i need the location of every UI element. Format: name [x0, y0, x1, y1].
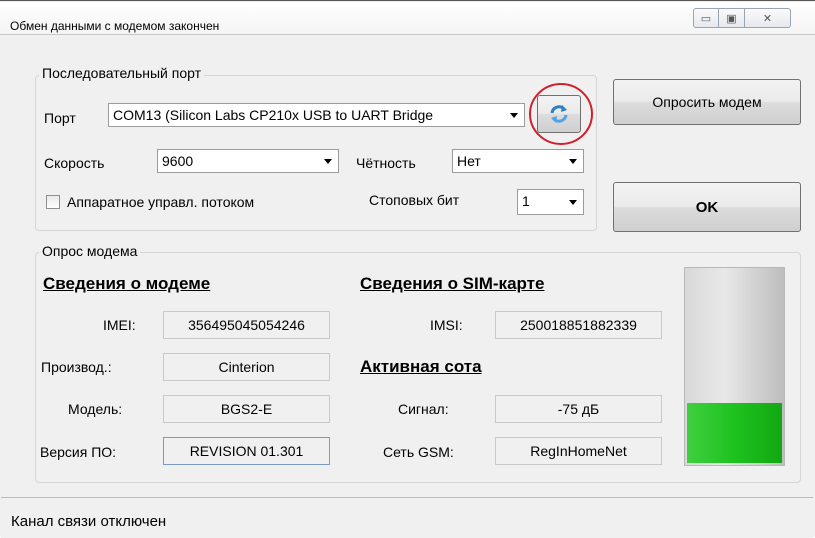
active-cell-heading: Активная сота — [360, 357, 482, 376]
window-title: Обмен данными с модемом закончен — [10, 19, 220, 33]
signal-level-bar — [684, 267, 785, 466]
stop-bits-select[interactable]: 1 — [517, 189, 584, 215]
chevron-down-icon — [569, 200, 577, 205]
manufacturer-value: Cinterion — [218, 359, 275, 375]
model-value: BGS2-E — [220, 401, 273, 417]
close-button[interactable]: ✕ — [745, 8, 791, 28]
status-text: Канал связи отключен — [11, 513, 167, 530]
stop-bits-label: Стоповых бит — [369, 192, 460, 208]
port-select[interactable]: COM13 (Silicon Labs CP210x USB to UART B… — [108, 103, 525, 127]
highlight-circle — [529, 83, 593, 145]
signal-value: -75 дБ — [557, 401, 600, 417]
close-icon: ✕ — [762, 12, 773, 25]
parity-label: Чётность — [356, 155, 416, 171]
imsi-field: 250018851882339 — [495, 311, 662, 339]
imsi-label: IMSI: — [430, 317, 463, 333]
sim-info-heading: Сведения о SIM-карте — [360, 274, 545, 293]
chevron-down-icon — [510, 113, 518, 118]
title-bar: Обмен данными с модемом закончен ▭ ▣ ✕ — [0, 2, 815, 35]
maximize-icon: ▣ — [726, 12, 737, 25]
status-bar: Канал связи отключен — [1, 497, 813, 538]
chevron-down-icon — [569, 159, 577, 164]
poll-modem-button-label: Опросить модем — [652, 94, 762, 110]
flow-control-checkbox[interactable] — [46, 195, 60, 209]
flow-control-label: Аппаратное управл. потоком — [67, 194, 255, 210]
speed-label: Скорость — [44, 155, 105, 171]
port-label: Порт — [44, 110, 76, 126]
poll-modem-button[interactable]: Опросить модем — [613, 79, 801, 125]
signal-field: -75 дБ — [495, 395, 662, 423]
port-select-value: COM13 (Silicon Labs CP210x USB to UART B… — [113, 107, 434, 123]
speed-select[interactable]: 9600 — [157, 149, 339, 173]
model-label: Модель: — [68, 401, 123, 417]
firmware-field: REVISION 01.301 — [163, 437, 330, 465]
firmware-value: REVISION 01.301 — [189, 443, 304, 459]
manufacturer-label: Производ.: — [41, 359, 112, 375]
imsi-value: 250018851882339 — [520, 317, 637, 333]
minimize-button[interactable]: ▭ — [693, 8, 719, 28]
model-field: BGS2-E — [163, 395, 330, 423]
signal-label: Сигнал: — [398, 401, 449, 417]
parity-select-value: Нет — [457, 153, 481, 169]
firmware-label: Версия ПО: — [40, 444, 117, 460]
imei-label: IMEI: — [103, 317, 136, 333]
modem-info-heading: Сведения о модеме — [43, 274, 211, 293]
minimize-icon: ▭ — [700, 12, 712, 25]
ok-button-label: OK — [695, 198, 719, 216]
imei-field: 356495045054246 — [163, 311, 330, 339]
chevron-down-icon — [324, 159, 332, 164]
maximize-button[interactable]: ▣ — [719, 8, 745, 28]
main-window: Обмен данными с модемом закончен ▭ ▣ ✕ П… — [0, 0, 815, 538]
ok-button[interactable]: OK — [613, 182, 801, 232]
signal-level-fill — [687, 403, 782, 463]
gsm-network-value: RegInHomeNet — [530, 443, 627, 459]
gsm-network-label: Сеть GSM: — [383, 444, 454, 460]
modem-poll-group-title: Опрос модема — [39, 243, 141, 259]
serial-port-group-title: Последовательный порт — [39, 65, 205, 81]
parity-select[interactable]: Нет — [452, 149, 584, 173]
imei-value: 356495045054246 — [188, 317, 305, 333]
speed-select-value: 9600 — [162, 153, 194, 169]
gsm-network-field: RegInHomeNet — [495, 437, 662, 465]
manufacturer-field: Cinterion — [163, 353, 330, 381]
stop-bits-select-value: 1 — [522, 193, 530, 209]
